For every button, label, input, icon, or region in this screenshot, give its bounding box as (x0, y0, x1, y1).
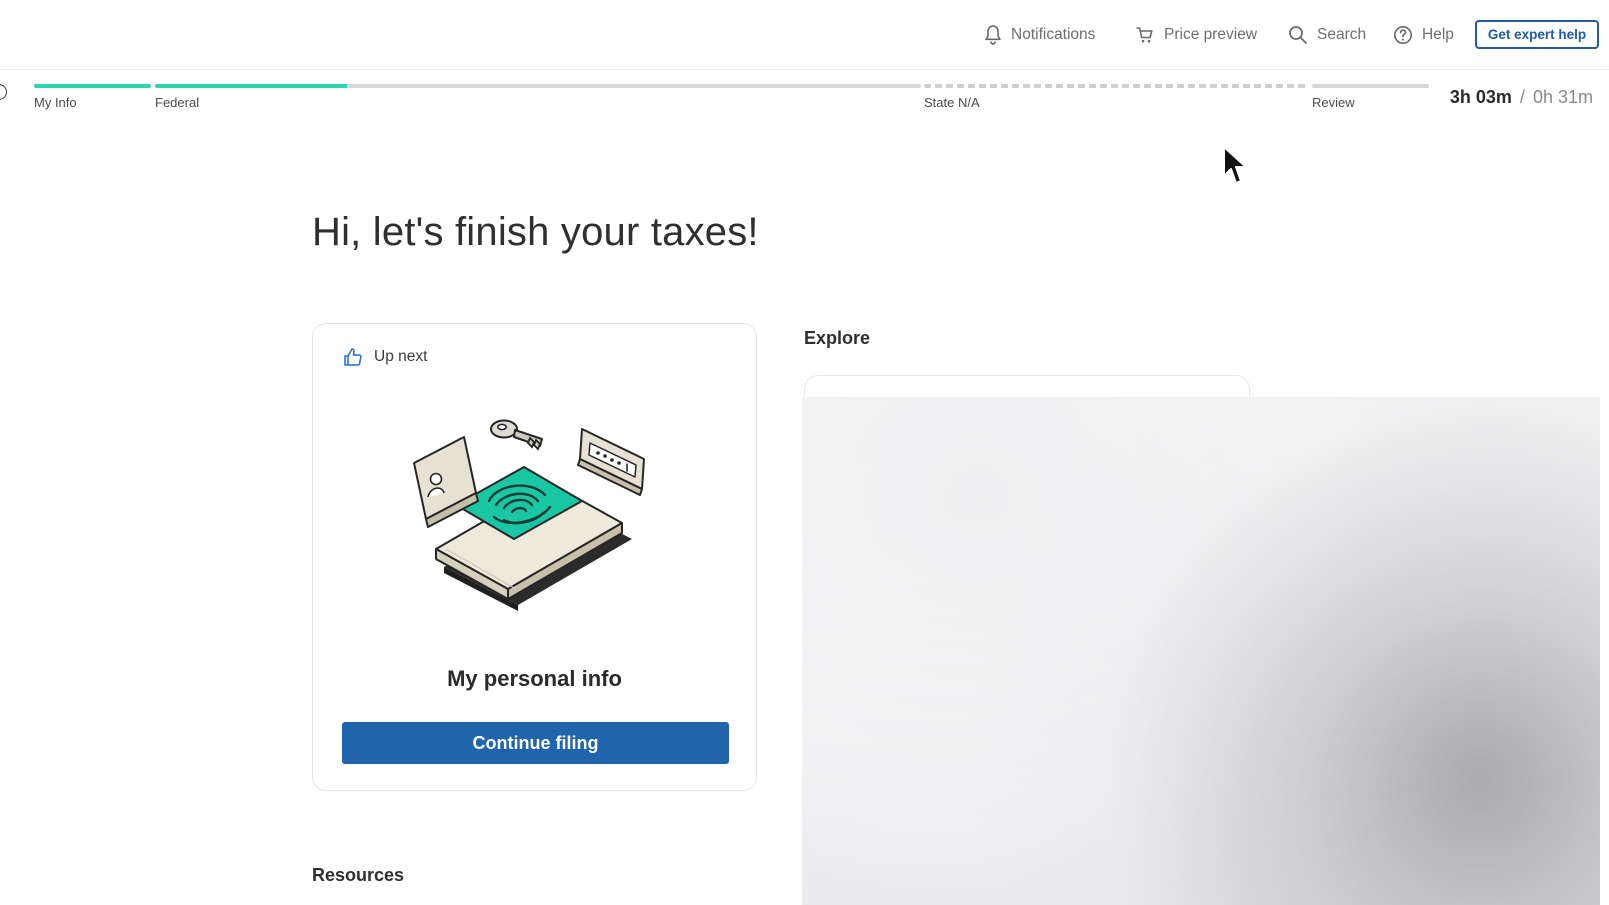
time-remaining: 0h 31m (1532, 87, 1593, 107)
progress-fill (34, 84, 151, 88)
progress-label-federal: Federal (155, 95, 200, 110)
price-preview-label: Price preview (1164, 26, 1258, 43)
search-label: Search (1317, 26, 1367, 43)
explore-heading: Explore (804, 328, 871, 348)
notifications-link[interactable]: Notifications (984, 22, 1095, 48)
help-label: Help (1422, 26, 1454, 43)
cart-icon (1136, 27, 1153, 43)
search-link[interactable]: Search (1288, 22, 1366, 48)
thumbs-up-icon (344, 348, 362, 366)
up-next-card: Up next My personal info Continue filing (312, 323, 757, 791)
progress-label-my-info: My Info (34, 95, 77, 110)
progress-label-review: Review (1312, 95, 1355, 110)
continue-filing-button[interactable]: Continue filing (342, 722, 729, 764)
progress-tracker: My Info Federal State N/A Review 3h 03m … (0, 70, 1609, 130)
progress-fill (155, 84, 347, 88)
help-link[interactable]: Help (1393, 22, 1454, 48)
progress-segment-my-info[interactable] (34, 84, 151, 88)
explore-blurred-area (802, 397, 1600, 905)
help-icon (1394, 26, 1412, 44)
time-tracker: 3h 03m / 0h 31m (1450, 87, 1593, 108)
get-expert-help-button[interactable]: Get expert help (1475, 20, 1599, 49)
up-next-label: Up next (374, 348, 428, 365)
search-icon (1289, 26, 1307, 44)
time-spent: 3h 03m (1449, 87, 1512, 107)
progress-segment-federal[interactable] (155, 84, 921, 88)
up-next-header: Up next (342, 346, 427, 368)
progress-label-state: State N/A (924, 95, 980, 110)
progress-segment-state[interactable] (924, 84, 1308, 88)
mouse-pointer-icon (1223, 146, 1247, 184)
price-preview-link[interactable]: Price preview (1135, 22, 1257, 48)
up-next-title: My personal info (447, 666, 622, 691)
notifications-label: Notifications (1011, 26, 1096, 43)
fingerprint-phone-illustration (413, 419, 645, 611)
bell-icon (985, 25, 1001, 45)
top-header: Notifications Price preview Search Help … (0, 0, 1609, 70)
page-title: Hi, let's finish your taxes! (312, 210, 759, 254)
progress-segment-review[interactable] (1312, 84, 1429, 88)
resources-heading: Resources (312, 865, 405, 885)
time-separator: / (1519, 87, 1525, 107)
